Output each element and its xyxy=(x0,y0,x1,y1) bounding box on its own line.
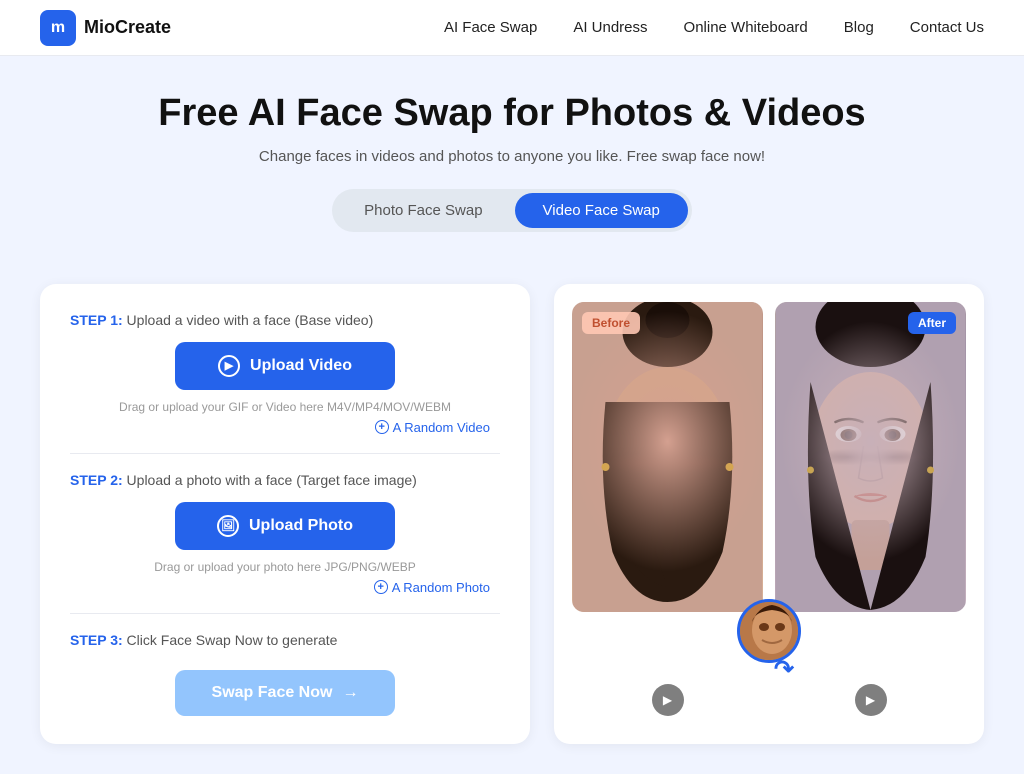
step3-label: STEP 3: Click Face Swap Now to generate xyxy=(70,632,500,648)
step2-description: Upload a photo with a face (Target face … xyxy=(127,472,417,488)
upload-video-icon: ▶ xyxy=(218,355,240,377)
step1-drag-hint: Drag or upload your GIF or Video here M4… xyxy=(70,400,500,414)
swap-arrow-icon: ↷ xyxy=(774,655,794,684)
random-photo-link[interactable]: + A Random Photo xyxy=(70,580,500,595)
after-badge: After xyxy=(908,312,956,334)
before-badge: Before xyxy=(582,312,640,334)
main-content: STEP 1: Upload a video with a face (Base… xyxy=(0,284,1024,774)
step1-label: STEP 1: Upload a video with a face (Base… xyxy=(70,312,500,328)
random-photo-label: A Random Photo xyxy=(392,580,490,595)
hero-subtitle: Change faces in videos and photos to any… xyxy=(20,148,1004,165)
step2-num: STEP 2: xyxy=(70,472,123,488)
step3-description: Click Face Swap Now to generate xyxy=(127,632,338,648)
logo-letter: m xyxy=(51,19,65,37)
tab-photo-face-swap[interactable]: Photo Face Swap xyxy=(336,193,510,228)
nav-item-online-whiteboard[interactable]: Online Whiteboard xyxy=(684,19,808,36)
upload-photo-button[interactable]: 🖼 Upload Photo xyxy=(175,502,395,550)
after-face-image xyxy=(775,302,966,612)
swap-face-arrow-icon: → xyxy=(342,684,358,702)
upload-photo-label: Upload Photo xyxy=(249,517,353,535)
before-play-button[interactable]: ▶ xyxy=(652,684,684,716)
random-video-label: A Random Video xyxy=(393,420,490,435)
random-video-link[interactable]: + A Random Video xyxy=(70,420,500,435)
upload-panel: STEP 1: Upload a video with a face (Base… xyxy=(40,284,530,744)
preview-panel: Before ▶ ↷ xyxy=(554,284,984,744)
divider-1 xyxy=(70,453,500,454)
main-nav: AI Face Swap AI Undress Online Whiteboar… xyxy=(444,19,984,36)
upload-video-label: Upload Video xyxy=(250,357,352,375)
swap-overlay: ↷ xyxy=(737,599,801,684)
divider-2 xyxy=(70,613,500,614)
after-play-button[interactable]: ▶ xyxy=(855,684,887,716)
swap-face-label: Swap Face Now xyxy=(212,684,333,702)
hero-section: Free AI Face Swap for Photos & Videos Ch… xyxy=(0,56,1024,284)
before-card: Before ▶ xyxy=(572,302,763,726)
tab-video-face-swap[interactable]: Video Face Swap xyxy=(515,193,688,228)
after-card: After ▶ xyxy=(775,302,966,726)
nav-item-ai-face-swap[interactable]: AI Face Swap xyxy=(444,19,537,36)
mode-tabs: Photo Face Swap Video Face Swap xyxy=(332,189,692,232)
step2-label: STEP 2: Upload a photo with a face (Targ… xyxy=(70,472,500,488)
nav-item-ai-undress[interactable]: AI Undress xyxy=(573,19,647,36)
step2-drag-hint: Drag or upload your photo here JPG/PNG/W… xyxy=(70,560,500,574)
step3-num: STEP 3: xyxy=(70,632,123,648)
random-photo-icon: + xyxy=(374,580,388,594)
swap-face-circle xyxy=(737,599,801,663)
header: m MioCreate AI Face Swap AI Undress Onli… xyxy=(0,0,1024,56)
hero-title: Free AI Face Swap for Photos & Videos xyxy=(20,92,1004,136)
upload-photo-icon: 🖼 xyxy=(217,515,239,537)
random-video-icon: + xyxy=(375,420,389,434)
logo-area: m MioCreate xyxy=(40,10,171,46)
step1-num: STEP 1: xyxy=(70,312,123,328)
swap-face-button[interactable]: Swap Face Now → xyxy=(175,670,395,716)
nav-item-blog[interactable]: Blog xyxy=(844,19,874,36)
logo-name: MioCreate xyxy=(84,17,171,38)
logo-icon: m xyxy=(40,10,76,46)
upload-video-button[interactable]: ▶ Upload Video xyxy=(175,342,395,390)
step1-description: Upload a video with a face (Base video) xyxy=(127,312,374,328)
before-face-image xyxy=(572,302,763,612)
nav-item-contact-us[interactable]: Contact Us xyxy=(910,19,984,36)
